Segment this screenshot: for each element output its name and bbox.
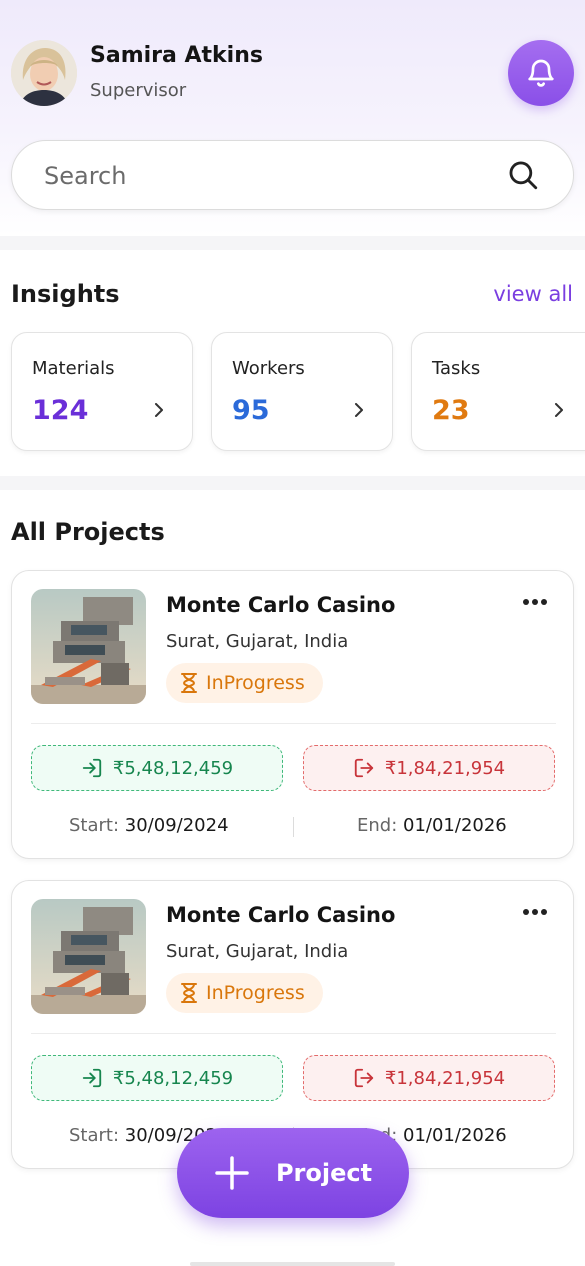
- expense-value: ₹1,84,21,954: [384, 1067, 506, 1089]
- insight-card-tasks[interactable]: Tasks 23: [411, 332, 585, 451]
- insight-value: 95: [232, 395, 270, 426]
- insight-label: Tasks: [432, 358, 481, 379]
- end-date: End: 01/01/2026: [357, 815, 507, 836]
- chevron-right-icon: [555, 403, 563, 417]
- end-value: 01/01/2026: [403, 815, 507, 836]
- chevron-right-icon: [155, 403, 163, 417]
- search-input[interactable]: [44, 159, 484, 193]
- start-value: 30/09/2024: [124, 815, 229, 836]
- user-name: Samira Atkins: [90, 43, 263, 68]
- expense-value: ₹1,84,21,954: [384, 757, 506, 779]
- income-amount: ₹5,48,12,459: [31, 1055, 283, 1101]
- expense-amount: ₹1,84,21,954: [303, 1055, 555, 1101]
- project-location: Surat, Gujarat, India: [166, 941, 349, 962]
- more-horizontal-icon[interactable]: [522, 907, 548, 917]
- end-label: End:: [357, 815, 398, 836]
- insight-value: 23: [432, 395, 470, 426]
- start-label: Start:: [69, 815, 120, 836]
- insight-label: Materials: [32, 358, 115, 379]
- hourglass-icon: [181, 983, 197, 1003]
- status-badge: InProgress: [166, 973, 323, 1013]
- card-divider: [31, 723, 556, 724]
- sign-in-icon: [82, 758, 102, 778]
- income-value: ₹5,48,12,459: [112, 1067, 234, 1089]
- sign-out-icon: [354, 1068, 374, 1088]
- card-divider: [31, 1033, 556, 1034]
- project-location: Surat, Gujarat, India: [166, 631, 349, 652]
- user-role: Supervisor: [90, 80, 187, 101]
- sign-out-icon: [354, 758, 374, 778]
- insight-value: 124: [32, 395, 89, 426]
- section-divider: [0, 476, 585, 490]
- add-project-label: Project: [275, 1159, 373, 1187]
- expense-amount: ₹1,84,21,954: [303, 745, 555, 791]
- add-project-button[interactable]: Project: [177, 1128, 409, 1218]
- section-divider: [0, 236, 585, 250]
- end-value: 01/01/2026: [403, 1125, 507, 1146]
- avatar[interactable]: [11, 40, 77, 106]
- start-label: Start:: [69, 1125, 120, 1146]
- project-thumbnail: [31, 899, 146, 1014]
- home-indicator: [190, 1262, 395, 1266]
- projects-title: All Projects: [11, 518, 165, 546]
- view-all-link[interactable]: view all: [493, 282, 573, 306]
- plus-icon: [215, 1156, 249, 1190]
- income-value: ₹5,48,12,459: [112, 757, 234, 779]
- date-separator: [293, 817, 294, 837]
- project-name: Monte Carlo Casino: [166, 593, 396, 617]
- hourglass-icon: [181, 673, 197, 693]
- notifications-button[interactable]: [508, 40, 574, 106]
- project-thumbnail: [31, 589, 146, 704]
- status-badge: InProgress: [166, 663, 323, 703]
- chevron-right-icon: [355, 403, 363, 417]
- insights-title: Insights: [11, 280, 120, 308]
- search-bar[interactable]: [11, 140, 574, 210]
- insight-card-materials[interactable]: Materials 124: [11, 332, 193, 451]
- project-card[interactable]: Monte Carlo Casino Surat, Gujarat, India…: [11, 880, 574, 1169]
- insight-card-workers[interactable]: Workers 95: [211, 332, 393, 451]
- status-text: InProgress: [206, 672, 305, 694]
- insight-label: Workers: [232, 358, 305, 379]
- project-name: Monte Carlo Casino: [166, 903, 396, 927]
- project-card[interactable]: Monte Carlo Casino Surat, Gujarat, India…: [11, 570, 574, 859]
- income-amount: ₹5,48,12,459: [31, 745, 283, 791]
- more-horizontal-icon[interactable]: [522, 597, 548, 607]
- status-text: InProgress: [206, 982, 305, 1004]
- sign-in-icon: [82, 1068, 102, 1088]
- start-date: Start: 30/09/2024: [69, 815, 229, 836]
- search-icon[interactable]: [506, 158, 540, 192]
- bell-icon: [528, 59, 554, 87]
